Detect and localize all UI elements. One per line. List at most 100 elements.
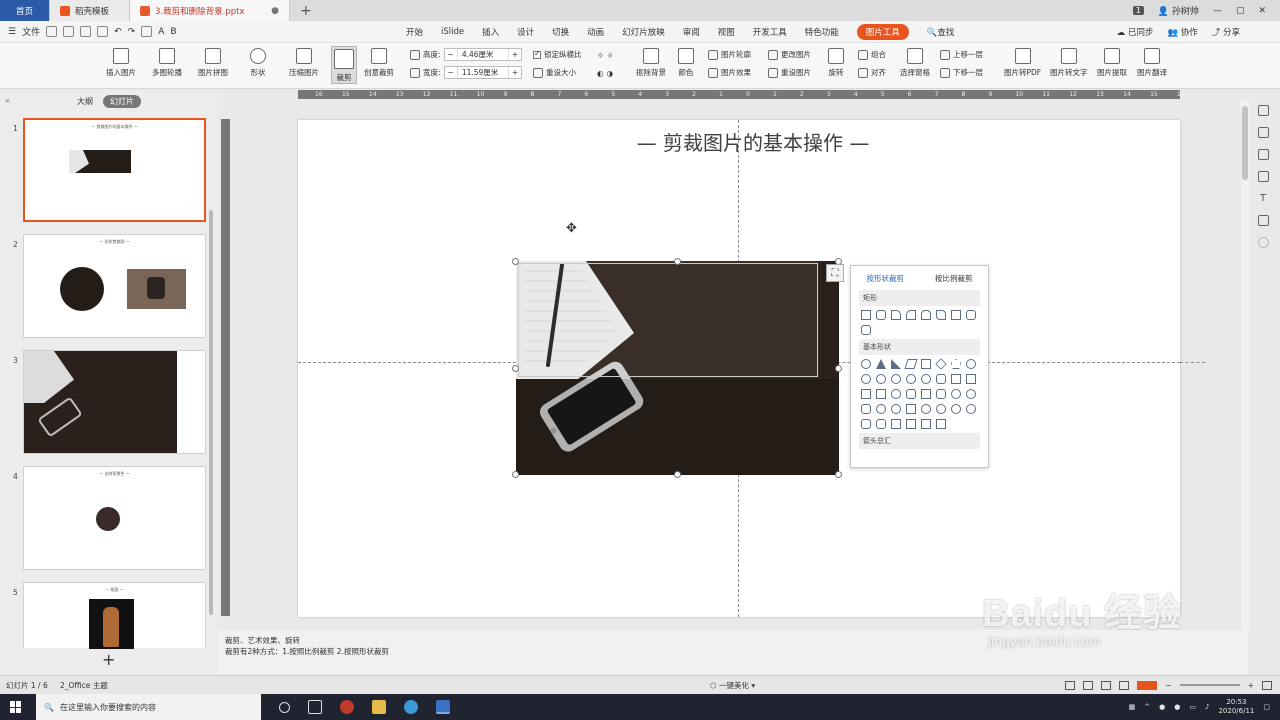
shape-snip2-rect[interactable] xyxy=(906,310,916,320)
shape-left-bracket[interactable] xyxy=(891,419,901,429)
notes-toggle-icon[interactable] xyxy=(1065,680,1076,690)
browser-icon[interactable] xyxy=(404,700,418,714)
lock-ratio-checkbox[interactable]: 锁定纵横比 xyxy=(533,49,582,60)
shape-donut[interactable] xyxy=(876,374,886,384)
menu-review[interactable]: 审阅 xyxy=(683,26,700,38)
slide-thumbnail-4[interactable]: — 去除背景色 — xyxy=(23,466,206,570)
save-icon[interactable] xyxy=(46,26,58,37)
shape-plaque[interactable] xyxy=(891,389,901,399)
menu-start[interactable]: 开始 xyxy=(406,26,423,38)
zoom-slider[interactable] xyxy=(1179,684,1240,686)
shape-rect-2[interactable] xyxy=(951,310,961,320)
picture-mosaic-button[interactable]: 图片拼图 xyxy=(198,48,228,78)
color-button[interactable]: 颜色 xyxy=(678,48,694,78)
width-stepper[interactable]: −11.59厘米 + xyxy=(443,66,523,79)
panel-scrollbar[interactable] xyxy=(209,210,213,615)
notification-icon[interactable]: ▢ xyxy=(1263,703,1270,711)
slide-thumbnail-1[interactable]: — 剪裁图片的基本操作 — xyxy=(23,118,206,222)
shape-round-top-rect[interactable] xyxy=(921,310,931,320)
normal-view-icon[interactable] xyxy=(1083,680,1094,690)
resize-handle-e[interactable] xyxy=(835,365,842,372)
shape-diag-round-rect[interactable] xyxy=(936,310,946,320)
user-account[interactable]: 👤 孙树帅 xyxy=(1158,4,1199,17)
slideshow-play-icon[interactable] xyxy=(1137,680,1158,690)
scrollbar-thumb[interactable] xyxy=(1242,106,1248,180)
file-explorer-icon[interactable] xyxy=(372,700,386,714)
reading-view-icon[interactable] xyxy=(1119,680,1130,690)
picture-extract-button[interactable]: 图片提取 xyxy=(1097,48,1127,78)
collab-button[interactable]: 👥 协作 xyxy=(1167,26,1197,38)
height-decrement[interactable]: − xyxy=(445,50,457,59)
zoom-out-icon[interactable]: − xyxy=(1165,681,1171,690)
shape-diag-stripe[interactable] xyxy=(861,389,871,399)
shape-snip-rect[interactable] xyxy=(891,310,901,320)
height-increment[interactable]: + xyxy=(509,50,521,59)
shape-pie[interactable] xyxy=(891,374,901,384)
taskbar-clock[interactable]: 20:53 2020/6/11 xyxy=(1218,698,1254,716)
maximize-icon[interactable]: ▢ xyxy=(1236,6,1245,16)
adjust-brightness-buttons[interactable]: ☼ ☼ xyxy=(597,51,613,60)
compress-picture-button[interactable]: 压缩图片 xyxy=(289,48,319,78)
close-window-icon[interactable]: ✕ xyxy=(1258,6,1266,16)
change-picture-button[interactable]: 更改图片 xyxy=(768,49,811,60)
redo-icon[interactable]: ↷ xyxy=(128,27,136,37)
undo-icon[interactable]: ↶ xyxy=(114,27,122,37)
backup-icon[interactable] xyxy=(1257,215,1269,226)
picture-to-text-button[interactable]: 图片转文字 xyxy=(1050,48,1088,78)
shape-cube[interactable] xyxy=(921,389,931,399)
shape-right-bracket[interactable] xyxy=(906,419,916,429)
shape-triangle[interactable] xyxy=(876,359,886,369)
shape-cloud[interactable] xyxy=(951,404,961,414)
menu-insert[interactable]: 插入 xyxy=(482,26,499,38)
print-icon[interactable] xyxy=(80,26,92,37)
resize-handle-se[interactable] xyxy=(835,471,842,478)
shape-parallelogram[interactable] xyxy=(904,359,918,369)
width-decrement[interactable]: − xyxy=(445,68,457,77)
slide-sorter-icon[interactable] xyxy=(1101,680,1112,690)
picture-to-pdf-button[interactable]: 图片转PDF xyxy=(1004,48,1041,78)
shape-brace-pair[interactable] xyxy=(876,419,886,429)
adjust-contrast-buttons[interactable]: ◐ ◑ xyxy=(597,69,613,78)
selection-pane-button[interactable]: 选择窗格 xyxy=(900,48,930,78)
send-backward-button[interactable]: 下移一层 xyxy=(940,67,983,78)
shape-smiley-face[interactable] xyxy=(876,404,886,414)
preview-icon[interactable] xyxy=(97,26,109,37)
resize-handle-n[interactable] xyxy=(674,258,681,265)
menu-design[interactable]: 设计 xyxy=(517,26,534,38)
shape-arc[interactable] xyxy=(966,404,976,414)
insert-picture-button[interactable]: 插入图片 xyxy=(106,48,136,78)
resize-handle-s[interactable] xyxy=(674,471,681,478)
fit-window-icon[interactable] xyxy=(1262,680,1272,690)
tab-outline[interactable]: 大纲 xyxy=(77,96,93,107)
shape-moon[interactable] xyxy=(936,404,946,414)
rotate-button[interactable]: 旋转 xyxy=(828,48,844,78)
remove-background-button[interactable]: 抠除背景 xyxy=(636,48,666,78)
menu-picture-tools[interactable]: 图片工具 xyxy=(856,23,909,40)
multi-picture-carousel-button[interactable]: 多图轮播 xyxy=(152,48,182,78)
menu-view[interactable]: 视图 xyxy=(718,26,735,38)
add-slide-button[interactable]: + xyxy=(102,650,115,669)
shape-right-triangle[interactable] xyxy=(891,359,901,369)
resize-handle-sw[interactable] xyxy=(512,471,519,478)
tab-document[interactable]: 3.裁剪和删除背景.pptx ● xyxy=(130,0,290,21)
collapse-panel-icon[interactable]: « xyxy=(5,96,10,105)
slide-thumbnail-2[interactable]: — 形状剪裁图 — xyxy=(23,234,206,338)
canvas-vertical-scrollbar[interactable] xyxy=(1241,100,1249,630)
shape-right-brace[interactable] xyxy=(936,419,946,429)
close-tab-icon[interactable]: ● xyxy=(271,6,279,16)
bold-icon[interactable]: A xyxy=(158,27,164,37)
reset-size-button[interactable]: 重设大小 xyxy=(533,67,576,78)
shape-bevel[interactable] xyxy=(936,389,946,399)
shape-octagon[interactable] xyxy=(966,359,976,369)
tray-app-icon-2[interactable]: ● xyxy=(1174,703,1180,711)
recorder-app-icon[interactable] xyxy=(340,700,354,714)
tray-app-icon-1[interactable]: ● xyxy=(1159,703,1165,711)
zoom-in-icon[interactable]: + xyxy=(1248,681,1254,690)
share-button[interactable]: ⤴ 分享 xyxy=(1212,26,1240,38)
bold-b-icon[interactable]: B xyxy=(170,27,176,37)
shape-chord[interactable] xyxy=(906,374,916,384)
copy-format-icon[interactable] xyxy=(1257,149,1269,160)
shape-cross[interactable] xyxy=(876,389,886,399)
shape-rect[interactable] xyxy=(861,310,871,320)
slide-thumbnail-5[interactable]: — 抠图 — xyxy=(23,582,206,649)
